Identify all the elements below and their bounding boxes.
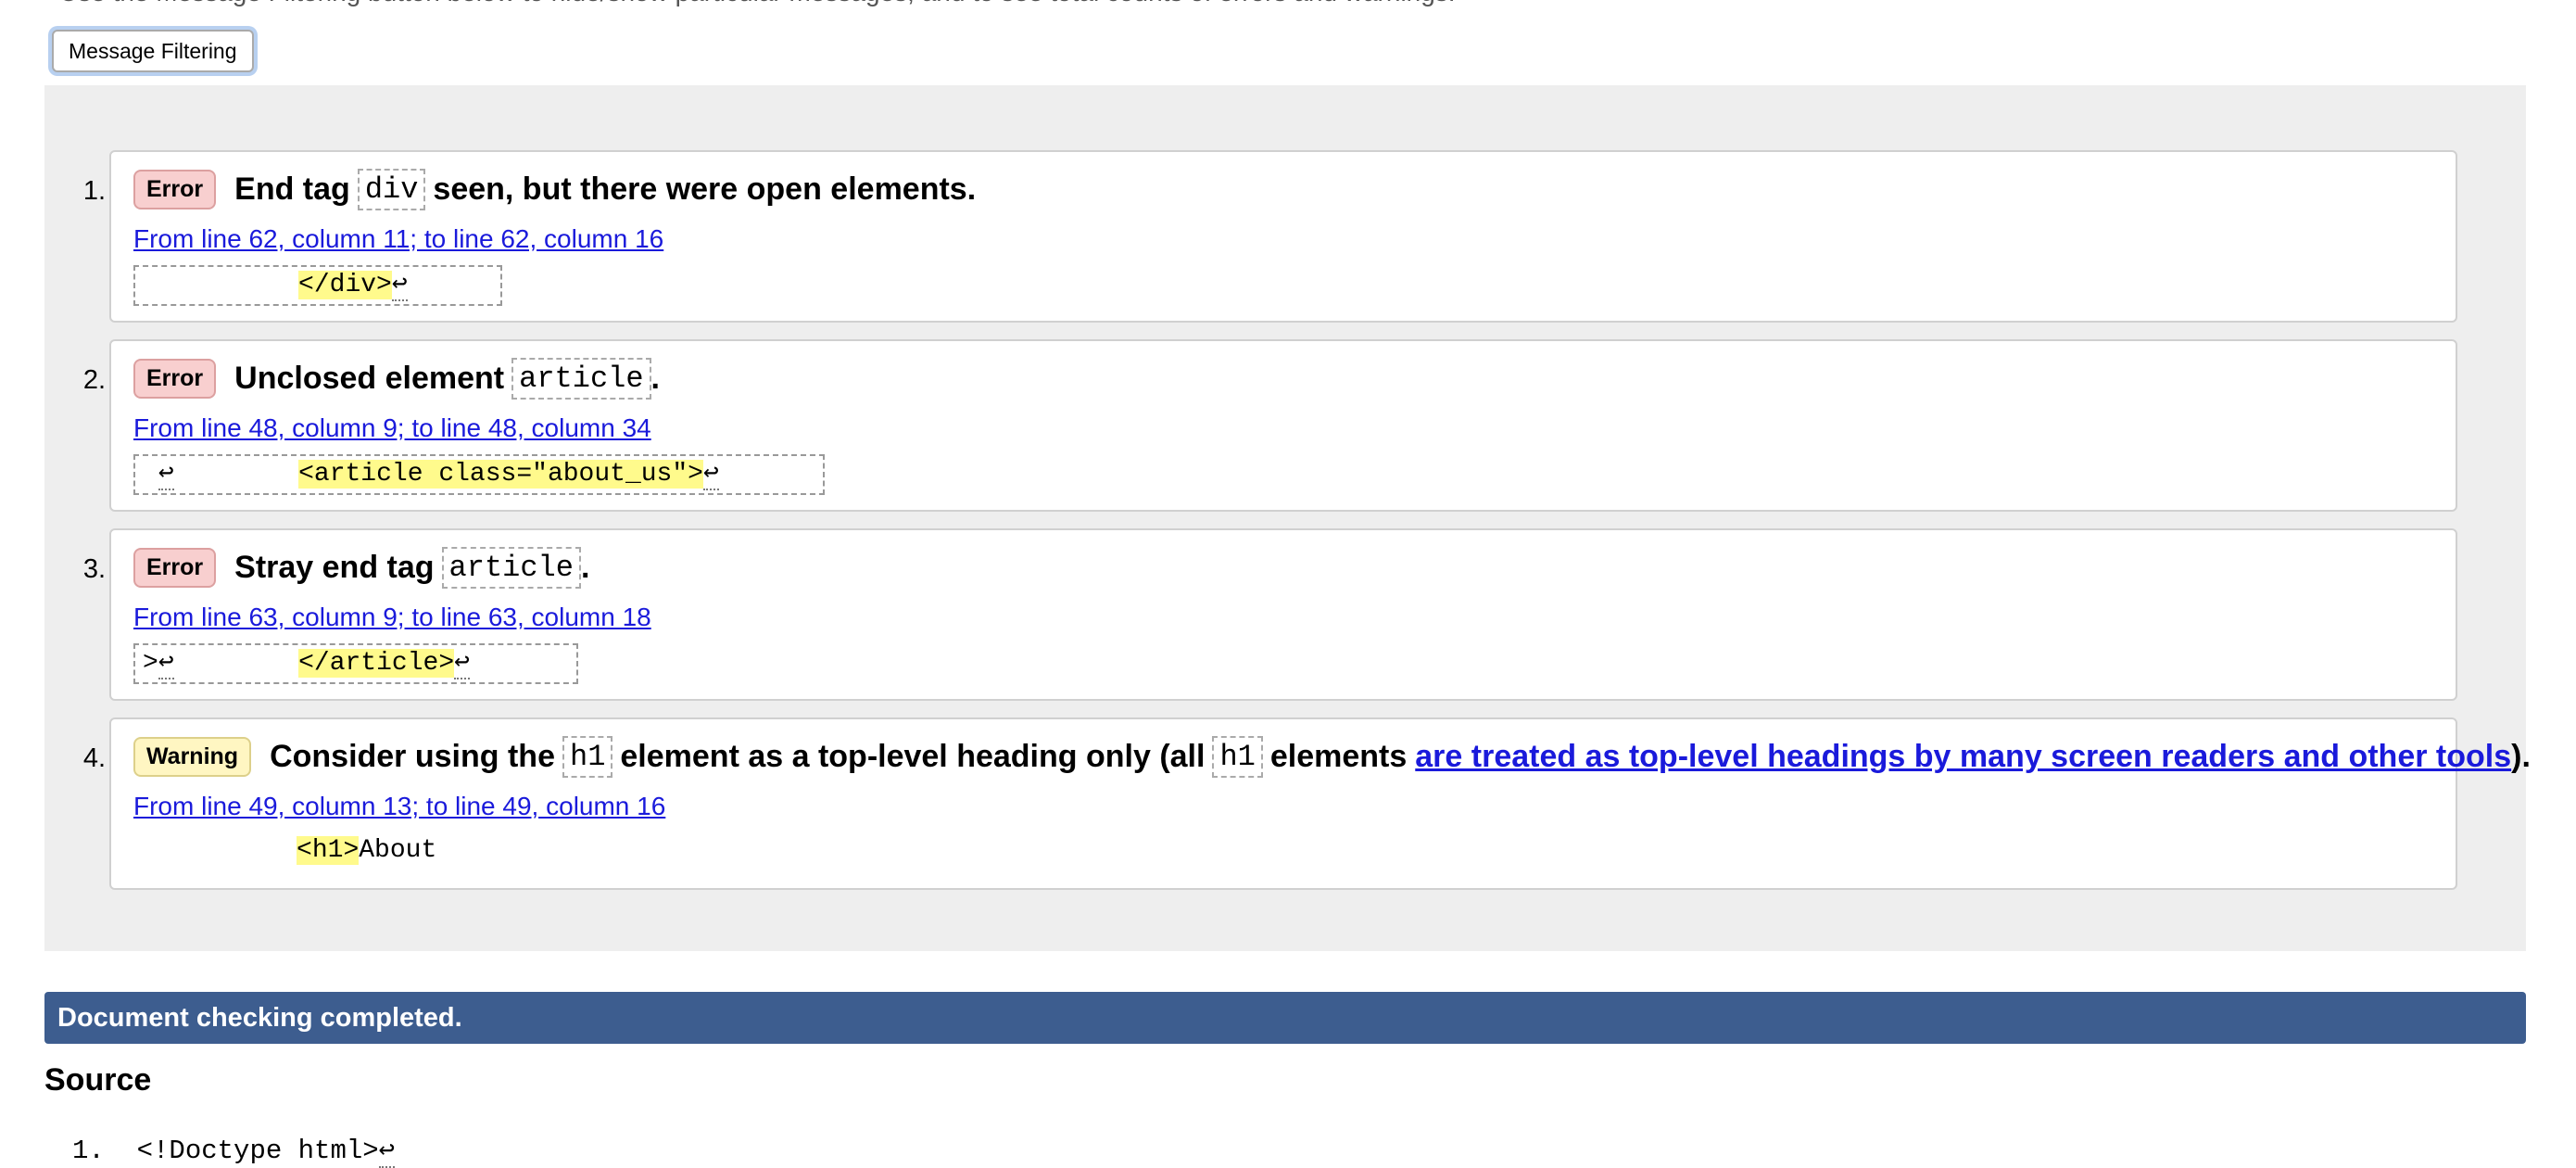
message-text: Stray end tag xyxy=(234,550,435,585)
extract-text xyxy=(143,271,298,299)
extract-highlight: <article class="about_us"> xyxy=(298,460,703,489)
extract-text xyxy=(143,460,158,489)
intro-text: Use the Message Filtering button below t… xyxy=(59,0,1456,7)
message-filtering-button[interactable]: Message Filtering xyxy=(52,30,254,72)
message-text: Unclosed element xyxy=(234,361,505,396)
extract-text: About xyxy=(359,836,437,865)
element-code: div xyxy=(357,169,426,210)
message-text: seen, but there were open elements. xyxy=(433,171,977,207)
code-extract: >↩ </article>↩ xyxy=(133,643,578,684)
source-code: <!Doctype html> xyxy=(136,1136,379,1166)
status-banner: Document checking completed. xyxy=(44,992,2526,1044)
message-heading: Warning Consider using the h1 element as… xyxy=(133,736,2531,778)
code-extract: </div>↩ xyxy=(133,265,502,306)
element-code: article xyxy=(441,547,581,589)
location-link[interactable]: From line 63, column 9; to line 63, colu… xyxy=(133,603,651,632)
error-badge: Error xyxy=(133,548,217,588)
code-extract: ↩ <article class="about_us">↩ xyxy=(133,454,825,495)
message-text: . xyxy=(650,361,660,396)
extract-text: > xyxy=(143,649,158,678)
message-text: . xyxy=(580,550,590,585)
message-heading: Error End tag div seen, but there were o… xyxy=(133,169,976,210)
location-link[interactable]: From line 49, column 13; to line 49, col… xyxy=(133,792,665,821)
return-icon: ↩ xyxy=(391,271,408,301)
message-item: 3. Error Stray end tag article . From li… xyxy=(83,528,2457,701)
extract-text xyxy=(141,836,297,865)
line-number: 1. xyxy=(72,1136,105,1166)
message-number: 4. xyxy=(82,743,106,773)
extract-highlight: </div> xyxy=(298,271,392,299)
return-icon: ↩ xyxy=(702,460,719,490)
message-text: Consider using the xyxy=(270,739,555,774)
return-icon: ↩ xyxy=(454,649,470,679)
results-panel: 1. Error End tag div seen, but there wer… xyxy=(44,85,2531,951)
error-badge: Error xyxy=(133,359,217,399)
extract-highlight: </article> xyxy=(298,649,455,678)
extract-text xyxy=(174,649,298,678)
message-text: ). xyxy=(2511,739,2531,774)
return-icon: ↩ xyxy=(158,460,174,490)
location-link[interactable]: From line 48, column 9; to line 48, colu… xyxy=(133,413,651,443)
element-code: h1 xyxy=(1212,736,1263,778)
return-icon: ↩ xyxy=(158,649,174,679)
source-line: 1. <!Doctype html>↩ xyxy=(72,1133,396,1168)
element-code: h1 xyxy=(562,736,613,778)
message-text: elements xyxy=(1269,739,1408,774)
code-extract: <h1>About xyxy=(133,832,444,873)
message-number: 2. xyxy=(82,365,106,395)
return-icon: ↩ xyxy=(378,1136,396,1168)
message-heading: Error Stray end tag article . xyxy=(133,547,589,589)
message-number: 3. xyxy=(82,554,106,584)
location-link[interactable]: From line 62, column 11; to line 62, col… xyxy=(133,224,663,254)
error-badge: Error xyxy=(133,170,217,209)
message-text: element as a top-level heading only (all xyxy=(620,739,1206,774)
extract-highlight: <h1> xyxy=(297,836,360,865)
screen-readers-link[interactable]: are treated as top-level headings by man… xyxy=(1415,739,2511,775)
message-number: 1. xyxy=(82,176,106,206)
message-item: 2. Error Unclosed element article . From… xyxy=(83,339,2457,512)
element-code: article xyxy=(511,358,651,400)
source-heading: Source xyxy=(44,1062,152,1098)
warning-badge: Warning xyxy=(133,737,252,777)
message-text: End tag xyxy=(234,171,350,207)
message-heading: Error Unclosed element article . xyxy=(133,358,660,400)
message-item: 4. Warning Consider using the h1 element… xyxy=(83,717,2531,890)
extract-text xyxy=(174,460,298,489)
message-item: 1. Error End tag div seen, but there wer… xyxy=(83,150,2457,323)
